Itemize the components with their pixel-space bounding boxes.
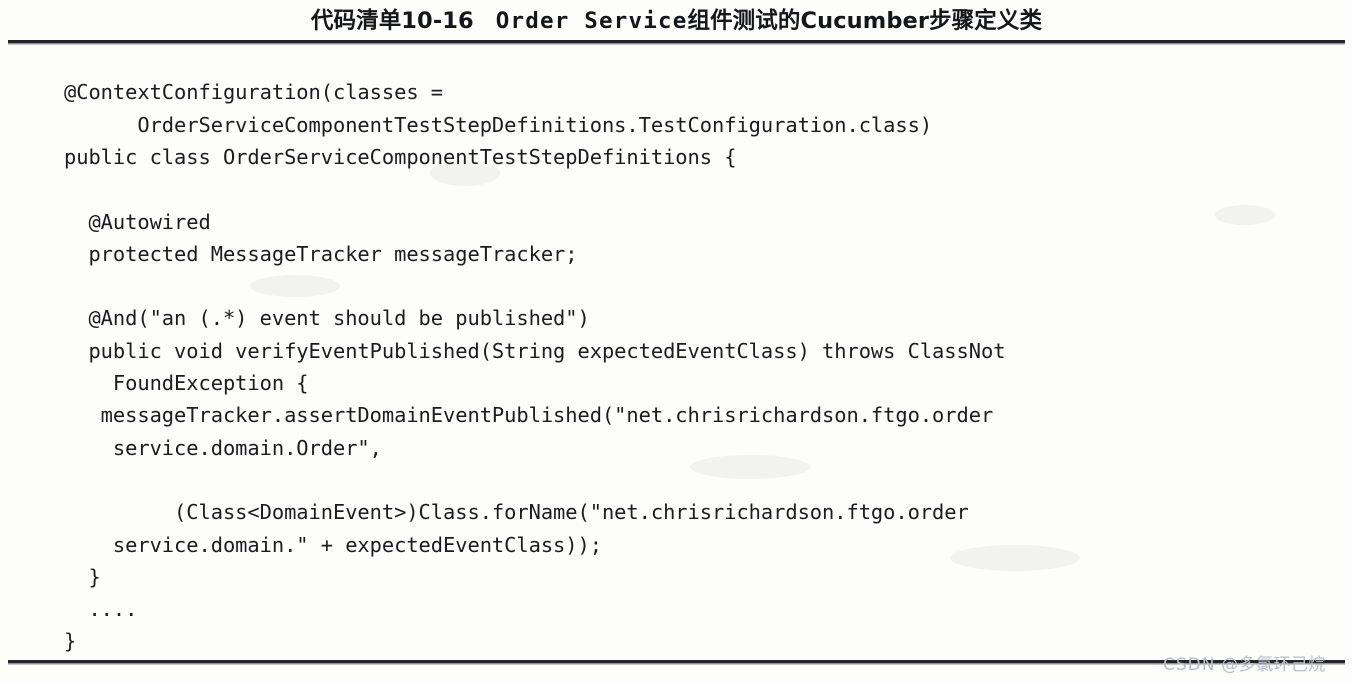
code-line: public class OrderServiceComponentTestSt…: [64, 144, 737, 169]
code-line: @And("an (.*) event should be published"…: [64, 306, 590, 331]
watermark-brand: CSDN: [1163, 655, 1216, 675]
code-line: service.domain.Order",: [64, 435, 382, 460]
code-line: @ContextConfiguration(classes =: [64, 80, 444, 105]
caption-suffix: 组件测试的Cucumber步骤定义类: [687, 8, 1043, 34]
code-line: service.domain." + expectedEventClass));: [64, 532, 602, 557]
code-line: }: [64, 629, 77, 654]
top-divider-rule: [8, 40, 1345, 43]
code-line: ....: [64, 597, 138, 622]
code-line: protected MessageTracker messageTracker;: [64, 241, 578, 266]
code-line: (Class<DomainEvent>)Class.forName("net.c…: [64, 500, 969, 525]
code-line: messageTracker.assertDomainEventPublishe…: [64, 403, 994, 428]
code-line: OrderServiceComponentTestStepDefinitions…: [64, 112, 933, 137]
caption-prefix: 代码清单10-16: [310, 8, 474, 34]
code-line: FoundException {: [64, 371, 309, 396]
caption-text: 代码清单10-16 Order Service组件测试的Cucumber步骤定义类: [311, 3, 1042, 35]
code-line: }: [64, 564, 101, 589]
bottom-divider-rule: [8, 660, 1345, 663]
code-line: @Autowired: [64, 209, 211, 234]
code-listing-figure: 代码清单10-16 Order Service组件测试的Cucumber步骤定义类…: [0, 0, 1353, 684]
figure-caption: 代码清单10-16 Order Service组件测试的Cucumber步骤定义类: [0, 0, 1353, 38]
code-block: @ContextConfiguration(classes = OrderSer…: [64, 76, 1334, 657]
watermark-handle: @多氯环己烷: [1221, 655, 1326, 675]
caption-mono-part: Order Service: [495, 8, 688, 34]
code-line: public void verifyEventPublished(String …: [64, 338, 1006, 363]
